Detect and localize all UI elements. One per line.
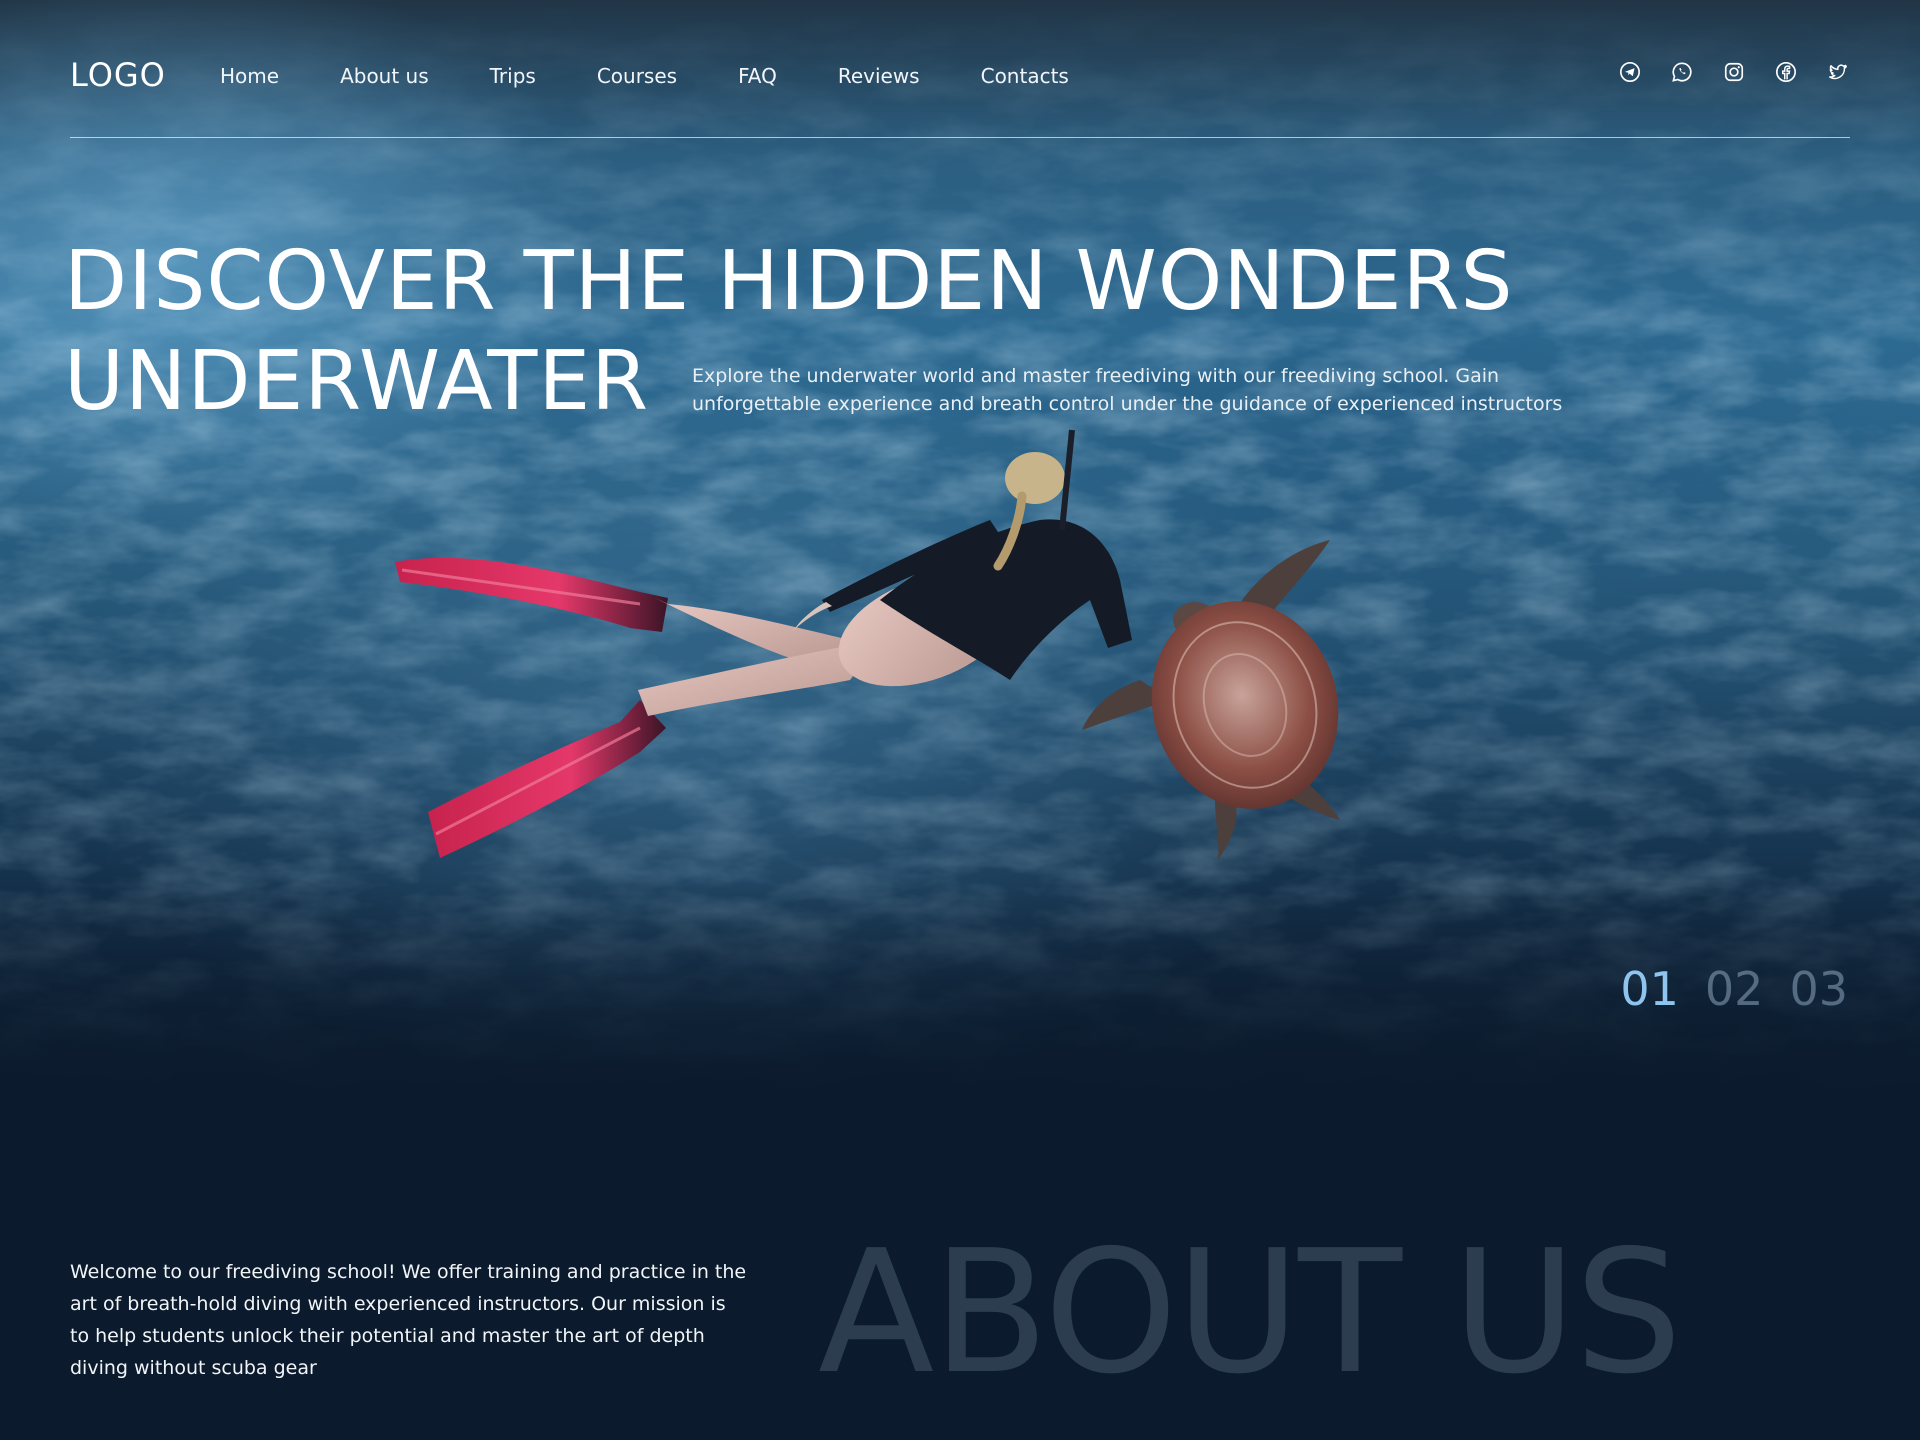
nav-reviews[interactable]: Reviews <box>838 64 920 88</box>
nav-faq[interactable]: FAQ <box>738 64 777 88</box>
slide-01[interactable]: 01 <box>1620 962 1679 1016</box>
slide-03[interactable]: 03 <box>1789 962 1848 1016</box>
hero-title-line1: DISCOVER THE HIDDEN WONDERS <box>64 234 1514 329</box>
about-text: Welcome to our freediving school! We off… <box>70 1261 747 1379</box>
page: LOGO Home About us Trips Courses FAQ Rev… <box>0 0 1920 1440</box>
nav-about-us[interactable]: About us <box>340 64 429 88</box>
slide-pagination: 01 02 03 <box>1594 962 1848 1016</box>
facebook-icon[interactable] <box>1774 60 1798 84</box>
telegram-icon[interactable] <box>1618 60 1642 84</box>
instagram-icon[interactable] <box>1722 60 1746 84</box>
logo[interactable]: LOGO <box>70 56 166 94</box>
slide-02[interactable]: 02 <box>1705 962 1764 1016</box>
nav-home[interactable]: Home <box>220 64 279 88</box>
nav-courses[interactable]: Courses <box>597 64 677 88</box>
diver <box>395 429 1132 858</box>
about-title: ABOUT US <box>818 1214 1682 1412</box>
sea-turtle <box>1082 540 1340 860</box>
main-nav: Home About us Trips Courses FAQ Reviews … <box>220 64 1130 88</box>
hero-description: Explore the underwater world and master … <box>692 365 1563 415</box>
social-links <box>1590 60 1850 84</box>
site-header: LOGO Home About us Trips Courses FAQ Rev… <box>70 50 1850 138</box>
nav-trips[interactable]: Trips <box>490 64 536 88</box>
nav-contacts[interactable]: Contacts <box>981 64 1069 88</box>
whatsapp-icon[interactable] <box>1670 60 1694 84</box>
twitter-icon[interactable] <box>1826 60 1850 84</box>
